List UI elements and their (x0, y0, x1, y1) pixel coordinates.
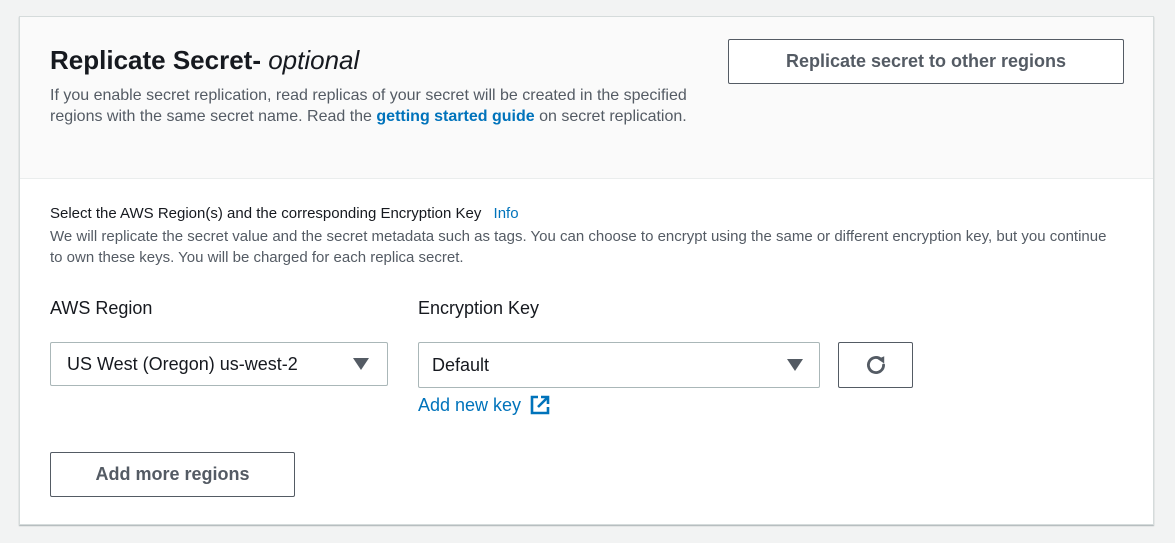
encryption-key-select[interactable]: Default (418, 342, 820, 388)
refresh-button[interactable] (838, 342, 913, 388)
getting-started-guide-link[interactable]: getting started guide (376, 108, 534, 125)
section-description: We will replicate the secret value and t… (50, 228, 1107, 266)
aws-region-value: US West (Oregon) us-west-2 (67, 353, 298, 374)
add-new-key-link-wrapper[interactable]: Add new key (418, 394, 551, 416)
panel-title-text: Replicate Secret- (50, 45, 261, 75)
add-new-key-link[interactable]: Add new key (418, 395, 521, 416)
replicate-secret-button[interactable]: Replicate secret to other regions (728, 39, 1124, 84)
region-key-section-label: Select the AWS Region(s) and the corresp… (50, 205, 519, 222)
panel-description: If you enable secret replication, read r… (50, 85, 690, 127)
external-link-icon (530, 395, 550, 415)
add-more-regions-button[interactable]: Add more regions (50, 452, 295, 497)
refresh-icon (866, 356, 885, 374)
section-label-text: Select the AWS Region(s) and the corresp… (50, 205, 482, 222)
caret-down-icon (787, 359, 803, 371)
replicate-secret-panel: Replicate Secret- optional If you enable… (19, 16, 1154, 525)
info-link[interactable]: Info (494, 205, 519, 222)
panel-header: Replicate Secret- optional If you enable… (20, 17, 1153, 179)
panel-title-optional: optional (268, 45, 360, 75)
aws-region-label: AWS Region (50, 298, 153, 318)
encryption-key-value: Default (432, 354, 490, 375)
caret-down-icon (353, 358, 369, 370)
encryption-key-label: Encryption Key (418, 298, 540, 318)
panel-title: Replicate Secret- optional (50, 45, 359, 76)
panel-description-suffix: on secret replication. (534, 108, 687, 125)
aws-region-select[interactable]: US West (Oregon) us-west-2 (50, 342, 388, 386)
